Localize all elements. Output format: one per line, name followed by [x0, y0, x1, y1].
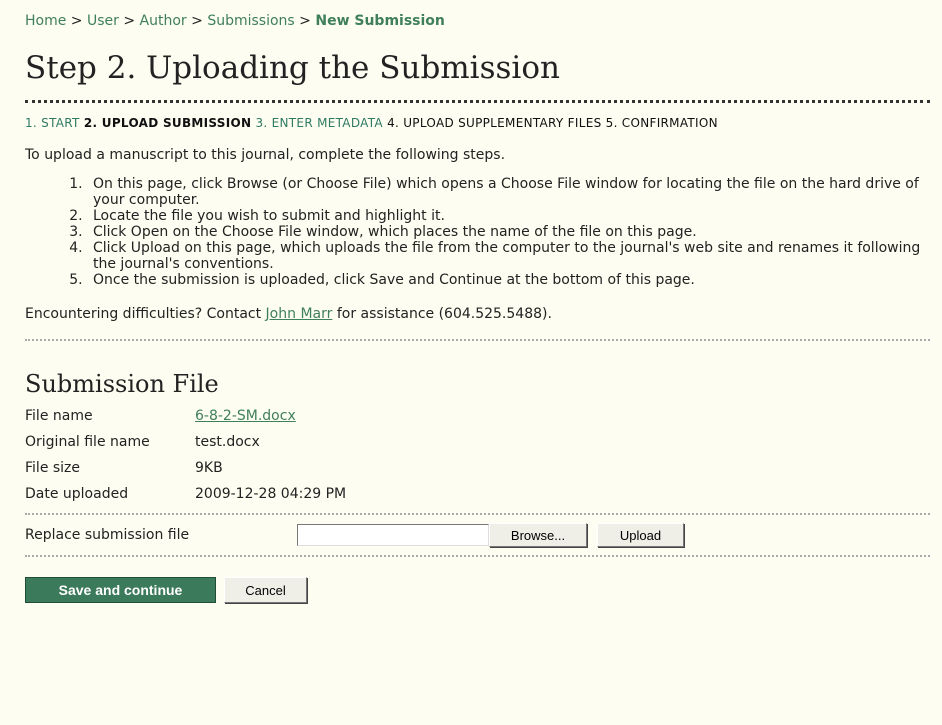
- page-title: Step 2. Uploading the Submission: [25, 50, 560, 86]
- instruction-item: On this page, click Browse (or Choose Fi…: [87, 176, 930, 208]
- actions-divider: [25, 555, 930, 557]
- save-and-continue-button[interactable]: Save and continue: [25, 577, 216, 603]
- step-confirmation: 5. Confirmation: [605, 116, 718, 130]
- file-path-input[interactable]: [297, 524, 489, 546]
- file-name-link[interactable]: 6-8-2-SM.docx: [195, 408, 296, 424]
- file-size-value: 9KB: [195, 460, 223, 476]
- replace-file-row: Replace submission file Browse... Upload: [25, 515, 930, 555]
- instruction-item: Click Upload on this page, which uploads…: [87, 240, 930, 272]
- contact-text: Encountering difficulties? Contact John …: [25, 305, 930, 323]
- table-row: Date uploaded 2009-12-28 04:29 PM: [25, 481, 346, 507]
- intro-text: To upload a manuscript to this journal, …: [25, 147, 506, 163]
- page: Home > User > Author > Submissions > New…: [0, 0, 942, 603]
- date-uploaded-label: Date uploaded: [25, 486, 129, 502]
- browse-button[interactable]: Browse...: [489, 523, 587, 547]
- table-row: File size 9KB: [25, 455, 346, 481]
- form-actions: Save and continue Cancel: [25, 577, 930, 603]
- original-name-value: test.docx: [195, 434, 260, 450]
- upload-button[interactable]: Upload: [597, 523, 684, 547]
- contact-prefix: Encountering difficulties? Contact: [25, 306, 266, 322]
- contact-link[interactable]: John Marr: [266, 306, 333, 322]
- title-divider: [25, 100, 930, 103]
- original-name-label: Original file name: [25, 434, 150, 450]
- submission-steps: 1. Start 2. Upload Submission 3. Enter M…: [25, 115, 930, 131]
- breadcrumb-current: New Submission: [315, 13, 445, 29]
- breadcrumb-author[interactable]: Author: [140, 13, 187, 29]
- instructions-list: On this page, click Browse (or Choose Fi…: [25, 176, 930, 288]
- file-name-label: File name: [25, 408, 93, 424]
- section-divider: [25, 339, 930, 341]
- breadcrumb-home[interactable]: Home: [25, 13, 66, 29]
- table-row: File name 6-8-2-SM.docx: [25, 403, 346, 429]
- step-start[interactable]: 1. Start: [25, 116, 80, 130]
- contact-suffix: for assistance (604.525.5488).: [332, 306, 552, 322]
- step-upload-supplementary: 4. Upload Supplementary Files: [387, 116, 602, 130]
- step-upload-submission: 2. Upload Submission: [83, 116, 252, 130]
- breadcrumb-separator: >: [191, 13, 203, 29]
- section-title: Submission File: [25, 370, 219, 398]
- file-name-value: 6-8-2-SM.docx: [195, 403, 346, 429]
- instruction-item: Click Open on the Choose File window, wh…: [87, 224, 930, 240]
- file-info-table: File name 6-8-2-SM.docx Original file na…: [25, 403, 346, 507]
- breadcrumb-separator: >: [70, 13, 83, 29]
- breadcrumb-submissions[interactable]: Submissions: [207, 13, 294, 29]
- breadcrumb-user[interactable]: User: [87, 13, 119, 29]
- step-enter-metadata[interactable]: 3. Enter Metadata: [255, 116, 382, 130]
- file-size-label: File size: [25, 460, 81, 476]
- breadcrumb-separator: >: [299, 13, 311, 29]
- cancel-button[interactable]: Cancel: [224, 577, 307, 603]
- date-uploaded-value: 2009-12-28 04:29 PM: [195, 486, 347, 502]
- instruction-item: Once the submission is uploaded, click S…: [87, 272, 930, 288]
- replace-file-label: Replace submission file: [25, 527, 190, 543]
- breadcrumb-separator: >: [123, 13, 136, 29]
- table-row: Original file name test.docx: [25, 429, 346, 455]
- breadcrumb: Home > User > Author > Submissions > New…: [25, 10, 930, 32]
- instruction-item: Locate the file you wish to submit and h…: [87, 208, 930, 224]
